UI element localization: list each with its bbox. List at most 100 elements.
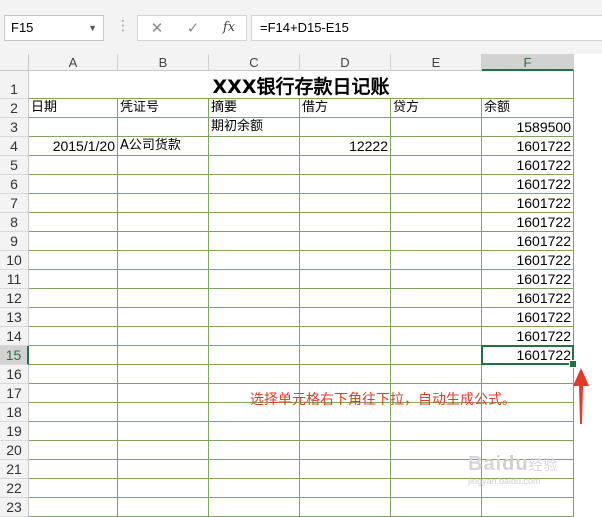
cell-e23[interactable] bbox=[391, 498, 482, 517]
cell-f6[interactable]: 1601722 bbox=[482, 175, 574, 194]
cell-c23[interactable] bbox=[209, 498, 300, 517]
row-header-17[interactable]: 17 bbox=[0, 384, 29, 403]
cell-b2[interactable]: 凭证号 bbox=[118, 99, 209, 118]
cell-f10[interactable]: 1601722 bbox=[482, 251, 574, 270]
cell-b15[interactable] bbox=[118, 346, 209, 365]
row-header-5[interactable]: 5 bbox=[0, 156, 29, 175]
cell-a8[interactable] bbox=[29, 213, 118, 232]
cell-d8[interactable] bbox=[300, 213, 391, 232]
row-header-18[interactable]: 18 bbox=[0, 403, 29, 422]
more-options-icon[interactable]: ⋮ bbox=[116, 18, 130, 34]
cell-d11[interactable] bbox=[300, 270, 391, 289]
cell-b4[interactable]: A公司货款 bbox=[118, 137, 209, 156]
cell-f2[interactable]: 余额 bbox=[482, 99, 574, 118]
cell-d12[interactable] bbox=[300, 289, 391, 308]
cell-e12[interactable] bbox=[391, 289, 482, 308]
cell-c16[interactable] bbox=[209, 365, 300, 384]
cell-f23[interactable] bbox=[482, 498, 574, 517]
cell-b18[interactable] bbox=[118, 403, 209, 422]
cell-c20[interactable] bbox=[209, 441, 300, 460]
cell-a10[interactable] bbox=[29, 251, 118, 270]
sheet-title-cell[interactable]: XXX银行存款日记账 bbox=[29, 71, 574, 99]
cell-a17[interactable] bbox=[29, 384, 118, 403]
cell-c19[interactable] bbox=[209, 422, 300, 441]
row-header-6[interactable]: 6 bbox=[0, 175, 29, 194]
cell-c2[interactable]: 摘要 bbox=[209, 99, 300, 118]
row-header-3[interactable]: 3 bbox=[0, 118, 29, 137]
row-header-8[interactable]: 8 bbox=[0, 213, 29, 232]
cell-f19[interactable] bbox=[482, 422, 574, 441]
cell-a7[interactable] bbox=[29, 194, 118, 213]
cell-d23[interactable] bbox=[300, 498, 391, 517]
column-header-c[interactable]: C bbox=[209, 54, 300, 71]
check-icon[interactable]: ✓ bbox=[178, 16, 208, 40]
cell-b5[interactable] bbox=[118, 156, 209, 175]
cell-c4[interactable] bbox=[209, 137, 300, 156]
cell-f11[interactable]: 1601722 bbox=[482, 270, 574, 289]
cell-b19[interactable] bbox=[118, 422, 209, 441]
cell-c6[interactable] bbox=[209, 175, 300, 194]
cell-b23[interactable] bbox=[118, 498, 209, 517]
cell-c7[interactable] bbox=[209, 194, 300, 213]
cell-b14[interactable] bbox=[118, 327, 209, 346]
insert-function-icon[interactable]: fx bbox=[214, 16, 244, 40]
chevron-down-icon[interactable]: ▼ bbox=[88, 16, 97, 40]
cell-a6[interactable] bbox=[29, 175, 118, 194]
cell-b7[interactable] bbox=[118, 194, 209, 213]
row-header-9[interactable]: 9 bbox=[0, 232, 29, 251]
cell-b16[interactable] bbox=[118, 365, 209, 384]
cell-e19[interactable] bbox=[391, 422, 482, 441]
cell-b12[interactable] bbox=[118, 289, 209, 308]
row-header-1[interactable]: 1 bbox=[0, 71, 29, 99]
cell-a16[interactable] bbox=[29, 365, 118, 384]
row-header-16[interactable]: 16 bbox=[0, 365, 29, 384]
cell-a13[interactable] bbox=[29, 308, 118, 327]
cell-a22[interactable] bbox=[29, 479, 118, 498]
column-header-d[interactable]: D bbox=[300, 54, 391, 71]
row-header-7[interactable]: 7 bbox=[0, 194, 29, 213]
cancel-icon[interactable]: ✕ bbox=[142, 16, 172, 40]
cell-b20[interactable] bbox=[118, 441, 209, 460]
select-all-corner[interactable] bbox=[0, 54, 29, 71]
row-header-12[interactable]: 12 bbox=[0, 289, 29, 308]
row-header-20[interactable]: 20 bbox=[0, 441, 29, 460]
row-header-14[interactable]: 14 bbox=[0, 327, 29, 346]
cell-e10[interactable] bbox=[391, 251, 482, 270]
cell-e11[interactable] bbox=[391, 270, 482, 289]
cell-e8[interactable] bbox=[391, 213, 482, 232]
cell-c8[interactable] bbox=[209, 213, 300, 232]
row-header-21[interactable]: 21 bbox=[0, 460, 29, 479]
cell-f8[interactable]: 1601722 bbox=[482, 213, 574, 232]
cell-d9[interactable] bbox=[300, 232, 391, 251]
column-header-b[interactable]: B bbox=[118, 54, 209, 71]
cell-f9[interactable]: 1601722 bbox=[482, 232, 574, 251]
cell-c22[interactable] bbox=[209, 479, 300, 498]
cell-d5[interactable] bbox=[300, 156, 391, 175]
column-header-a[interactable]: A bbox=[29, 54, 118, 71]
cell-a2[interactable]: 日期 bbox=[29, 99, 118, 118]
row-header-19[interactable]: 19 bbox=[0, 422, 29, 441]
row-header-13[interactable]: 13 bbox=[0, 308, 29, 327]
cell-f12[interactable]: 1601722 bbox=[482, 289, 574, 308]
cell-c11[interactable] bbox=[209, 270, 300, 289]
column-header-e[interactable]: E bbox=[391, 54, 482, 71]
cell-c15[interactable] bbox=[209, 346, 300, 365]
cell-a23[interactable] bbox=[29, 498, 118, 517]
cell-e6[interactable] bbox=[391, 175, 482, 194]
cell-d15[interactable] bbox=[300, 346, 391, 365]
row-header-10[interactable]: 10 bbox=[0, 251, 29, 270]
cell-e16[interactable] bbox=[391, 365, 482, 384]
row-header-15[interactable]: 15 bbox=[0, 346, 29, 365]
cell-a15[interactable] bbox=[29, 346, 118, 365]
cell-e3[interactable] bbox=[391, 118, 482, 137]
cell-f7[interactable]: 1601722 bbox=[482, 194, 574, 213]
row-header-2[interactable]: 2 bbox=[0, 99, 29, 118]
cell-b13[interactable] bbox=[118, 308, 209, 327]
cell-e7[interactable] bbox=[391, 194, 482, 213]
cell-b9[interactable] bbox=[118, 232, 209, 251]
cell-d7[interactable] bbox=[300, 194, 391, 213]
cell-d20[interactable] bbox=[300, 441, 391, 460]
cell-f13[interactable]: 1601722 bbox=[482, 308, 574, 327]
cell-d16[interactable] bbox=[300, 365, 391, 384]
name-box[interactable]: F15 ▼ bbox=[4, 15, 104, 41]
